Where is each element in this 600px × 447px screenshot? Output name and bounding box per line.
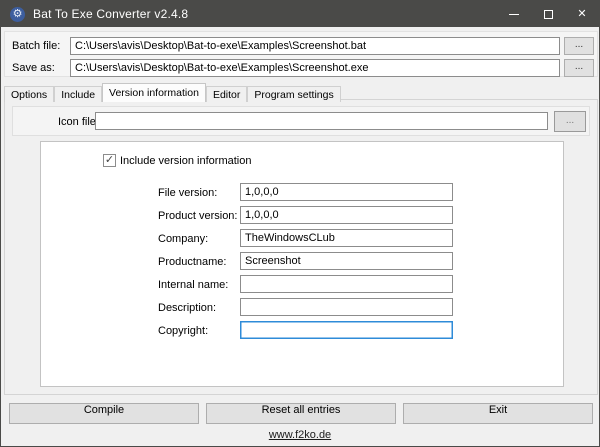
product-version-label: Product version: bbox=[158, 210, 238, 222]
batch-file-browse-button[interactable]: ... bbox=[564, 37, 594, 55]
f2ko-link[interactable]: www.f2ko.de bbox=[269, 429, 331, 441]
footer-link-wrap: www.f2ko.de bbox=[1, 429, 599, 441]
save-as-browse-button[interactable]: ... bbox=[564, 59, 594, 77]
exit-button[interactable]: Exit bbox=[403, 403, 593, 424]
product-version-input[interactable] bbox=[240, 206, 453, 224]
company-row: Company: bbox=[41, 229, 563, 248]
minimize-button[interactable] bbox=[497, 1, 531, 27]
window-controls: ✕ bbox=[497, 1, 599, 27]
include-version-checkbox-row[interactable]: ✓ Include version information bbox=[103, 154, 251, 167]
app-gear-icon: ⚙ bbox=[10, 6, 25, 22]
icon-file-label: Icon file: bbox=[58, 116, 99, 128]
icon-file-panel: Icon file: ... bbox=[12, 106, 590, 136]
tab-editor[interactable]: Editor bbox=[205, 86, 248, 102]
productname-input[interactable] bbox=[240, 252, 453, 270]
close-icon: ✕ bbox=[577, 7, 587, 20]
version-information-page: Icon file: ... ✓ Include version informa… bbox=[4, 99, 598, 395]
icon-file-input[interactable] bbox=[95, 112, 548, 130]
internal-name-label: Internal name: bbox=[158, 279, 229, 291]
file-selection-panel: Batch file: ... Save as: ... bbox=[4, 31, 598, 77]
file-version-input[interactable] bbox=[240, 183, 453, 201]
copyright-label: Copyright: bbox=[158, 325, 209, 337]
description-input[interactable] bbox=[240, 298, 453, 316]
file-version-label: File version: bbox=[158, 187, 218, 199]
maximize-icon bbox=[543, 9, 553, 19]
tab-options[interactable]: Options bbox=[4, 86, 55, 102]
copyright-row: Copyright: bbox=[41, 321, 563, 340]
window-title: Bat To Exe Converter v2.4.8 bbox=[33, 7, 189, 21]
file-version-row: File version: bbox=[41, 183, 563, 202]
copyright-input[interactable] bbox=[240, 321, 453, 339]
icon-file-browse-button[interactable]: ... bbox=[554, 111, 586, 132]
internal-name-row: Internal name: bbox=[41, 275, 563, 294]
company-input[interactable] bbox=[240, 229, 453, 247]
close-button[interactable]: ✕ bbox=[565, 1, 599, 27]
description-label: Description: bbox=[158, 302, 217, 314]
maximize-button[interactable] bbox=[531, 1, 565, 27]
app-window: ⚙ Bat To Exe Converter v2.4.8 ✕ Batch fi… bbox=[0, 0, 600, 447]
titlebar: ⚙ Bat To Exe Converter v2.4.8 ✕ bbox=[1, 1, 599, 27]
reset-all-entries-button[interactable]: Reset all entries bbox=[206, 403, 396, 424]
batch-file-input[interactable] bbox=[70, 37, 560, 55]
productname-label: Productname: bbox=[158, 256, 227, 268]
tab-version-information[interactable]: Version information bbox=[102, 83, 206, 102]
tab-bar: Options Include Version information Edit… bbox=[4, 82, 341, 102]
description-row: Description: bbox=[41, 298, 563, 317]
tab-include[interactable]: Include bbox=[54, 86, 103, 102]
save-as-input[interactable] bbox=[70, 59, 560, 77]
minimize-icon bbox=[509, 13, 519, 15]
company-label: Company: bbox=[158, 233, 209, 245]
include-version-checkbox-label: Include version information bbox=[120, 154, 252, 167]
checkbox-checked-icon[interactable]: ✓ bbox=[103, 154, 116, 167]
product-version-row: Product version: bbox=[41, 206, 563, 225]
tab-program-settings[interactable]: Program settings bbox=[247, 86, 341, 102]
productname-row: Productname: bbox=[41, 252, 563, 271]
compile-button[interactable]: Compile bbox=[9, 403, 199, 424]
version-form-panel: ✓ Include version information File versi… bbox=[40, 141, 564, 387]
internal-name-input[interactable] bbox=[240, 275, 453, 293]
save-as-label: Save as: bbox=[12, 62, 55, 74]
batch-file-label: Batch file: bbox=[12, 40, 61, 52]
